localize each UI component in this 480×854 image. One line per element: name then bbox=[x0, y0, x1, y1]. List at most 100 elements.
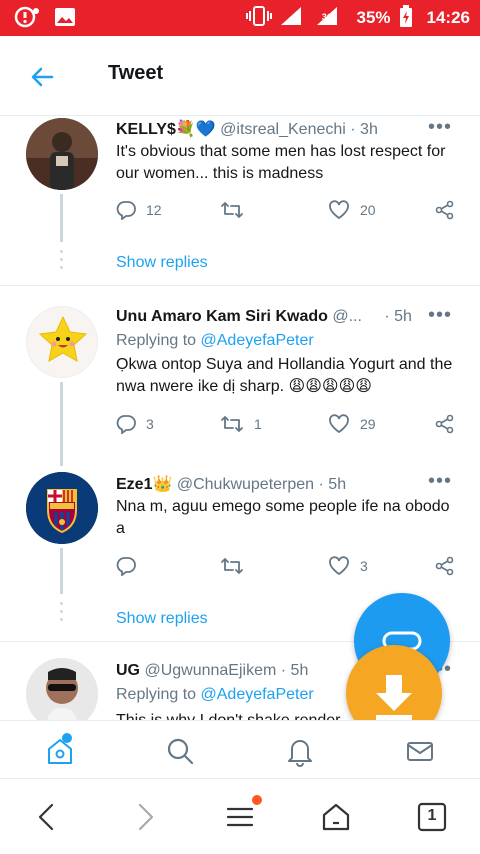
show-replies-link[interactable]: Show replies bbox=[116, 254, 208, 272]
back-arrow-icon bbox=[31, 67, 54, 87]
bottom-navigation bbox=[0, 720, 480, 778]
replying-to-label: Replying to bbox=[116, 332, 201, 349]
cell-signal-icon: 3G bbox=[310, 6, 349, 31]
home-outline-icon bbox=[322, 803, 350, 831]
display-name[interactable]: UG bbox=[116, 662, 140, 679]
vibrate-icon bbox=[245, 5, 272, 32]
tweet-text: It's obvious that some men has lost resp… bbox=[116, 143, 446, 182]
app-header: Tweet bbox=[0, 36, 480, 116]
heart-icon bbox=[329, 556, 349, 576]
like-button[interactable]: 20 bbox=[328, 200, 376, 220]
avatar[interactable] bbox=[26, 306, 98, 378]
clock: 14:26 bbox=[426, 8, 470, 27]
share-icon bbox=[435, 556, 454, 576]
nav-search[interactable] bbox=[164, 735, 196, 767]
chevron-left-icon bbox=[38, 803, 54, 831]
retweet-button[interactable]: 1 bbox=[220, 414, 262, 434]
thread-dots bbox=[60, 602, 63, 626]
username[interactable]: @Chukwupeterpen bbox=[177, 476, 314, 493]
browser-forward-button[interactable] bbox=[128, 801, 160, 833]
thread-line bbox=[60, 382, 63, 466]
replying-to-link[interactable]: @AdeyefaPeter bbox=[201, 686, 314, 703]
username[interactable]: @... bbox=[332, 308, 362, 325]
timestamp: · 5h bbox=[318, 476, 347, 493]
tweet-header: UG @UgwunnaEjikem · 5h bbox=[116, 662, 308, 680]
browser-tabs-button[interactable]: 1 bbox=[416, 801, 448, 833]
home-notification-dot bbox=[62, 733, 72, 743]
tweet-actions: 3 bbox=[116, 556, 456, 580]
share-icon bbox=[435, 414, 454, 434]
thread-line bbox=[60, 548, 63, 594]
nav-messages[interactable] bbox=[404, 735, 436, 767]
battery-charging-icon bbox=[399, 4, 413, 32]
more-options-icon[interactable]: ••• bbox=[428, 117, 452, 137]
username[interactable]: @itsreal_Kenechi bbox=[220, 121, 346, 138]
tweet-text: Ọkwa ontop Suya and Hollandia Yogurt and… bbox=[116, 356, 453, 395]
mail-icon bbox=[407, 742, 433, 761]
share-icon bbox=[435, 200, 454, 220]
timestamp: · 3h bbox=[350, 121, 378, 138]
avatar[interactable] bbox=[26, 658, 98, 720]
reply-button[interactable]: 12 bbox=[116, 200, 162, 220]
menu-icon bbox=[226, 807, 254, 827]
like-count: 3 bbox=[360, 558, 368, 574]
reply-button[interactable] bbox=[116, 556, 146, 576]
share-button[interactable] bbox=[434, 556, 456, 576]
thread-dots bbox=[60, 250, 63, 274]
status-bar: 3G 35% 14:26 bbox=[0, 0, 480, 36]
like-button[interactable]: 29 bbox=[328, 414, 376, 434]
page-title: Tweet bbox=[108, 62, 164, 84]
tweet-item[interactable]: Unu Amaro Kam Siri Kwado @... · 5h ••• R… bbox=[0, 286, 480, 466]
thread-line bbox=[60, 194, 63, 242]
retweet-button[interactable] bbox=[220, 556, 254, 576]
reply-button[interactable]: 3 bbox=[116, 414, 154, 434]
like-count: 20 bbox=[360, 202, 376, 218]
replying-to-link[interactable]: @AdeyefaPeter bbox=[201, 332, 314, 349]
wifi-signal-icon bbox=[280, 6, 302, 31]
show-replies-link[interactable]: Show replies bbox=[116, 610, 208, 628]
like-count: 29 bbox=[360, 416, 376, 432]
retweet-count: 1 bbox=[254, 416, 262, 432]
display-name[interactable]: Eze1👑 bbox=[116, 476, 172, 493]
more-options-icon[interactable]: ••• bbox=[428, 305, 452, 325]
display-name[interactable]: KELLY$💐💙 bbox=[116, 121, 216, 138]
nav-home[interactable] bbox=[44, 733, 76, 767]
more-options-icon[interactable]: ••• bbox=[428, 471, 452, 491]
timestamp: · 5h bbox=[280, 662, 309, 679]
like-button[interactable]: 3 bbox=[328, 556, 368, 576]
display-name[interactable]: Unu Amaro Kam Siri Kwado bbox=[116, 308, 328, 325]
heart-icon bbox=[329, 414, 349, 434]
battery-percent: 35% bbox=[356, 8, 391, 27]
browser-menu-button[interactable] bbox=[224, 795, 262, 833]
tweet-actions: 12 20 bbox=[116, 200, 456, 224]
tweet-actions: 3 1 29 bbox=[116, 414, 456, 438]
avatar[interactable] bbox=[26, 472, 98, 544]
reply-count: 3 bbox=[146, 416, 154, 432]
retweet-button[interactable] bbox=[220, 200, 254, 220]
timestamp: · 5h bbox=[384, 308, 412, 325]
reply-icon bbox=[116, 557, 136, 576]
replying-to: Replying to @AdeyefaPeter bbox=[116, 332, 314, 350]
menu-notification-dot bbox=[252, 795, 262, 805]
gallery-icon bbox=[54, 7, 76, 32]
tab-count: 1 bbox=[427, 807, 437, 824]
username[interactable]: @UgwunnaEjikem bbox=[144, 662, 276, 679]
reply-count: 12 bbox=[146, 202, 162, 218]
tweet-header: KELLY$💐💙 @itsreal_Kenechi · 3h bbox=[116, 119, 378, 139]
retweet-icon bbox=[221, 416, 243, 432]
tweet-item[interactable]: KELLY$💐💙 @itsreal_Kenechi · 3h ••• It's … bbox=[0, 116, 480, 286]
nav-notifications[interactable] bbox=[284, 735, 316, 767]
search-icon bbox=[167, 738, 194, 765]
back-button[interactable] bbox=[26, 61, 58, 93]
reply-icon bbox=[116, 415, 136, 434]
avatar[interactable] bbox=[26, 118, 98, 190]
browser-back-button[interactable] bbox=[32, 801, 64, 833]
chevron-right-icon bbox=[138, 803, 154, 831]
replying-to-label: Replying to bbox=[116, 686, 201, 703]
browser-toolbar: 1 bbox=[0, 778, 480, 854]
browser-home-button[interactable] bbox=[320, 801, 352, 833]
share-button[interactable] bbox=[434, 200, 456, 220]
tweet-text: Nna m, aguu emego some people ife na obo… bbox=[116, 498, 450, 537]
share-button[interactable] bbox=[434, 414, 456, 434]
reply-icon bbox=[116, 201, 136, 220]
